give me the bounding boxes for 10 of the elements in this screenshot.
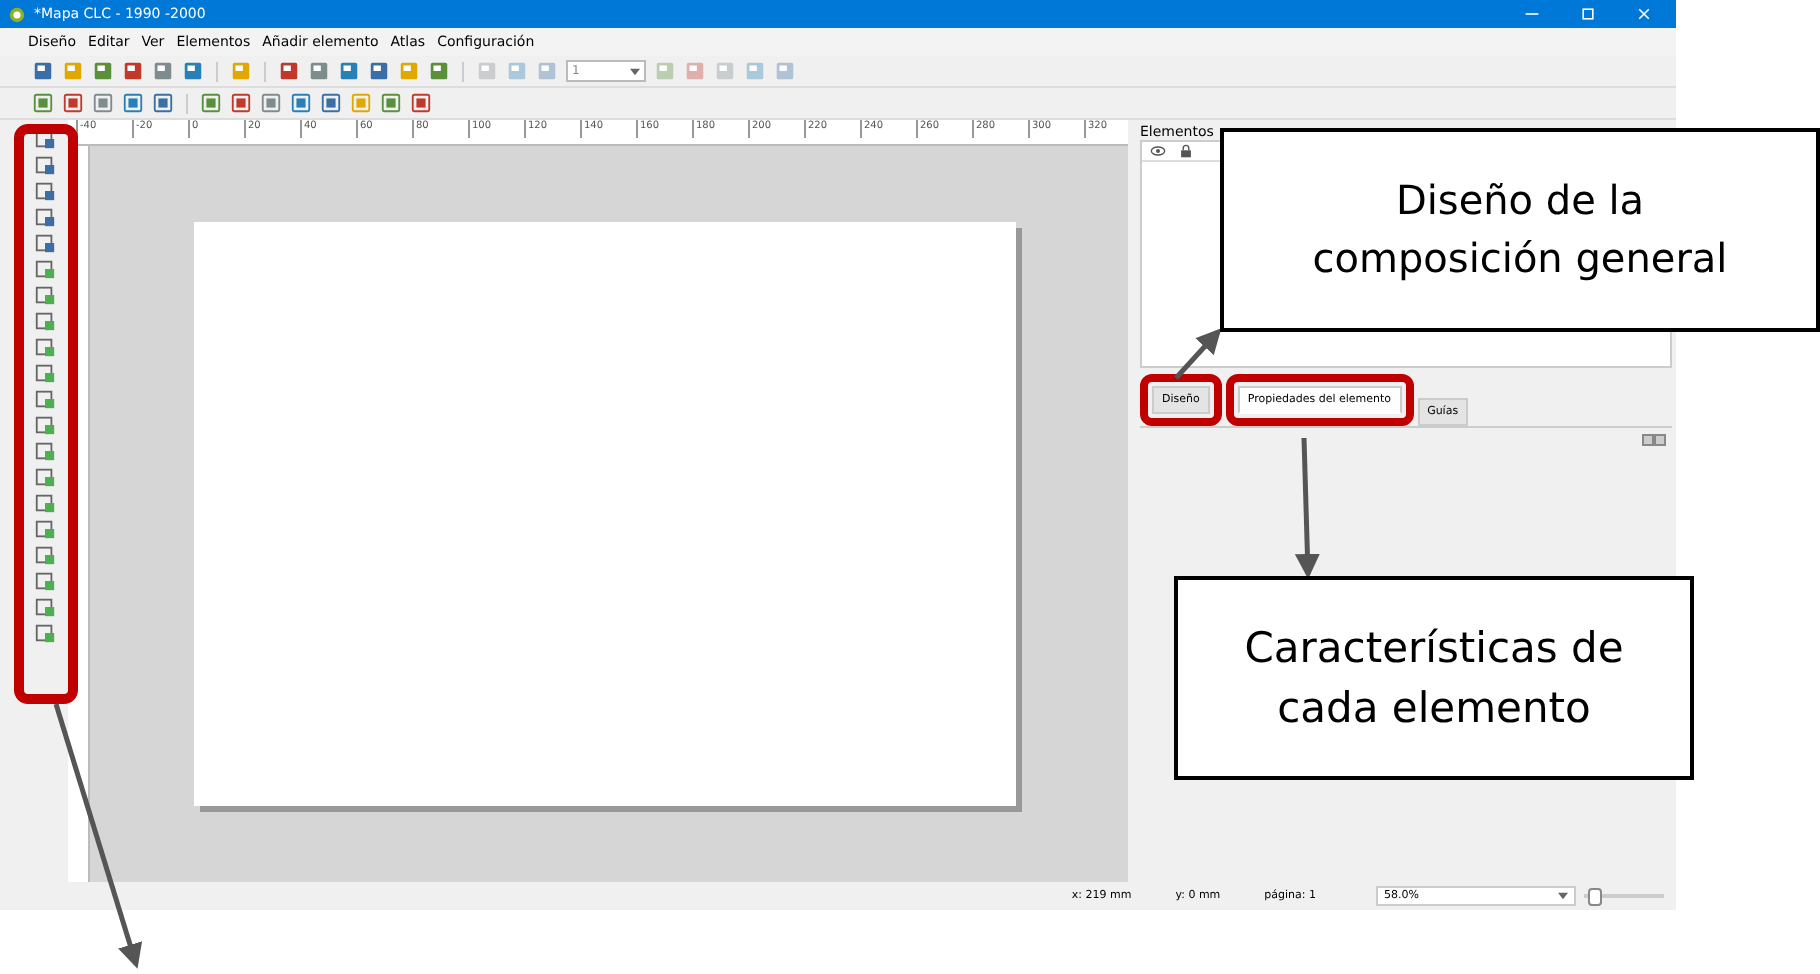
caret-icon bbox=[1558, 892, 1568, 900]
arrow bbox=[1174, 328, 1222, 380]
close-icon[interactable] bbox=[1636, 6, 1652, 22]
app-logo-icon bbox=[8, 5, 26, 23]
callout-tooltip: Características de cada elemento bbox=[1174, 576, 1694, 780]
restore-icon[interactable] bbox=[1580, 6, 1596, 22]
caret-icon bbox=[630, 67, 640, 75]
arrow bbox=[1294, 437, 1320, 579]
eye-icon bbox=[1150, 144, 1166, 158]
callout-tooltip: Diseño de la composición general bbox=[1220, 128, 1820, 332]
